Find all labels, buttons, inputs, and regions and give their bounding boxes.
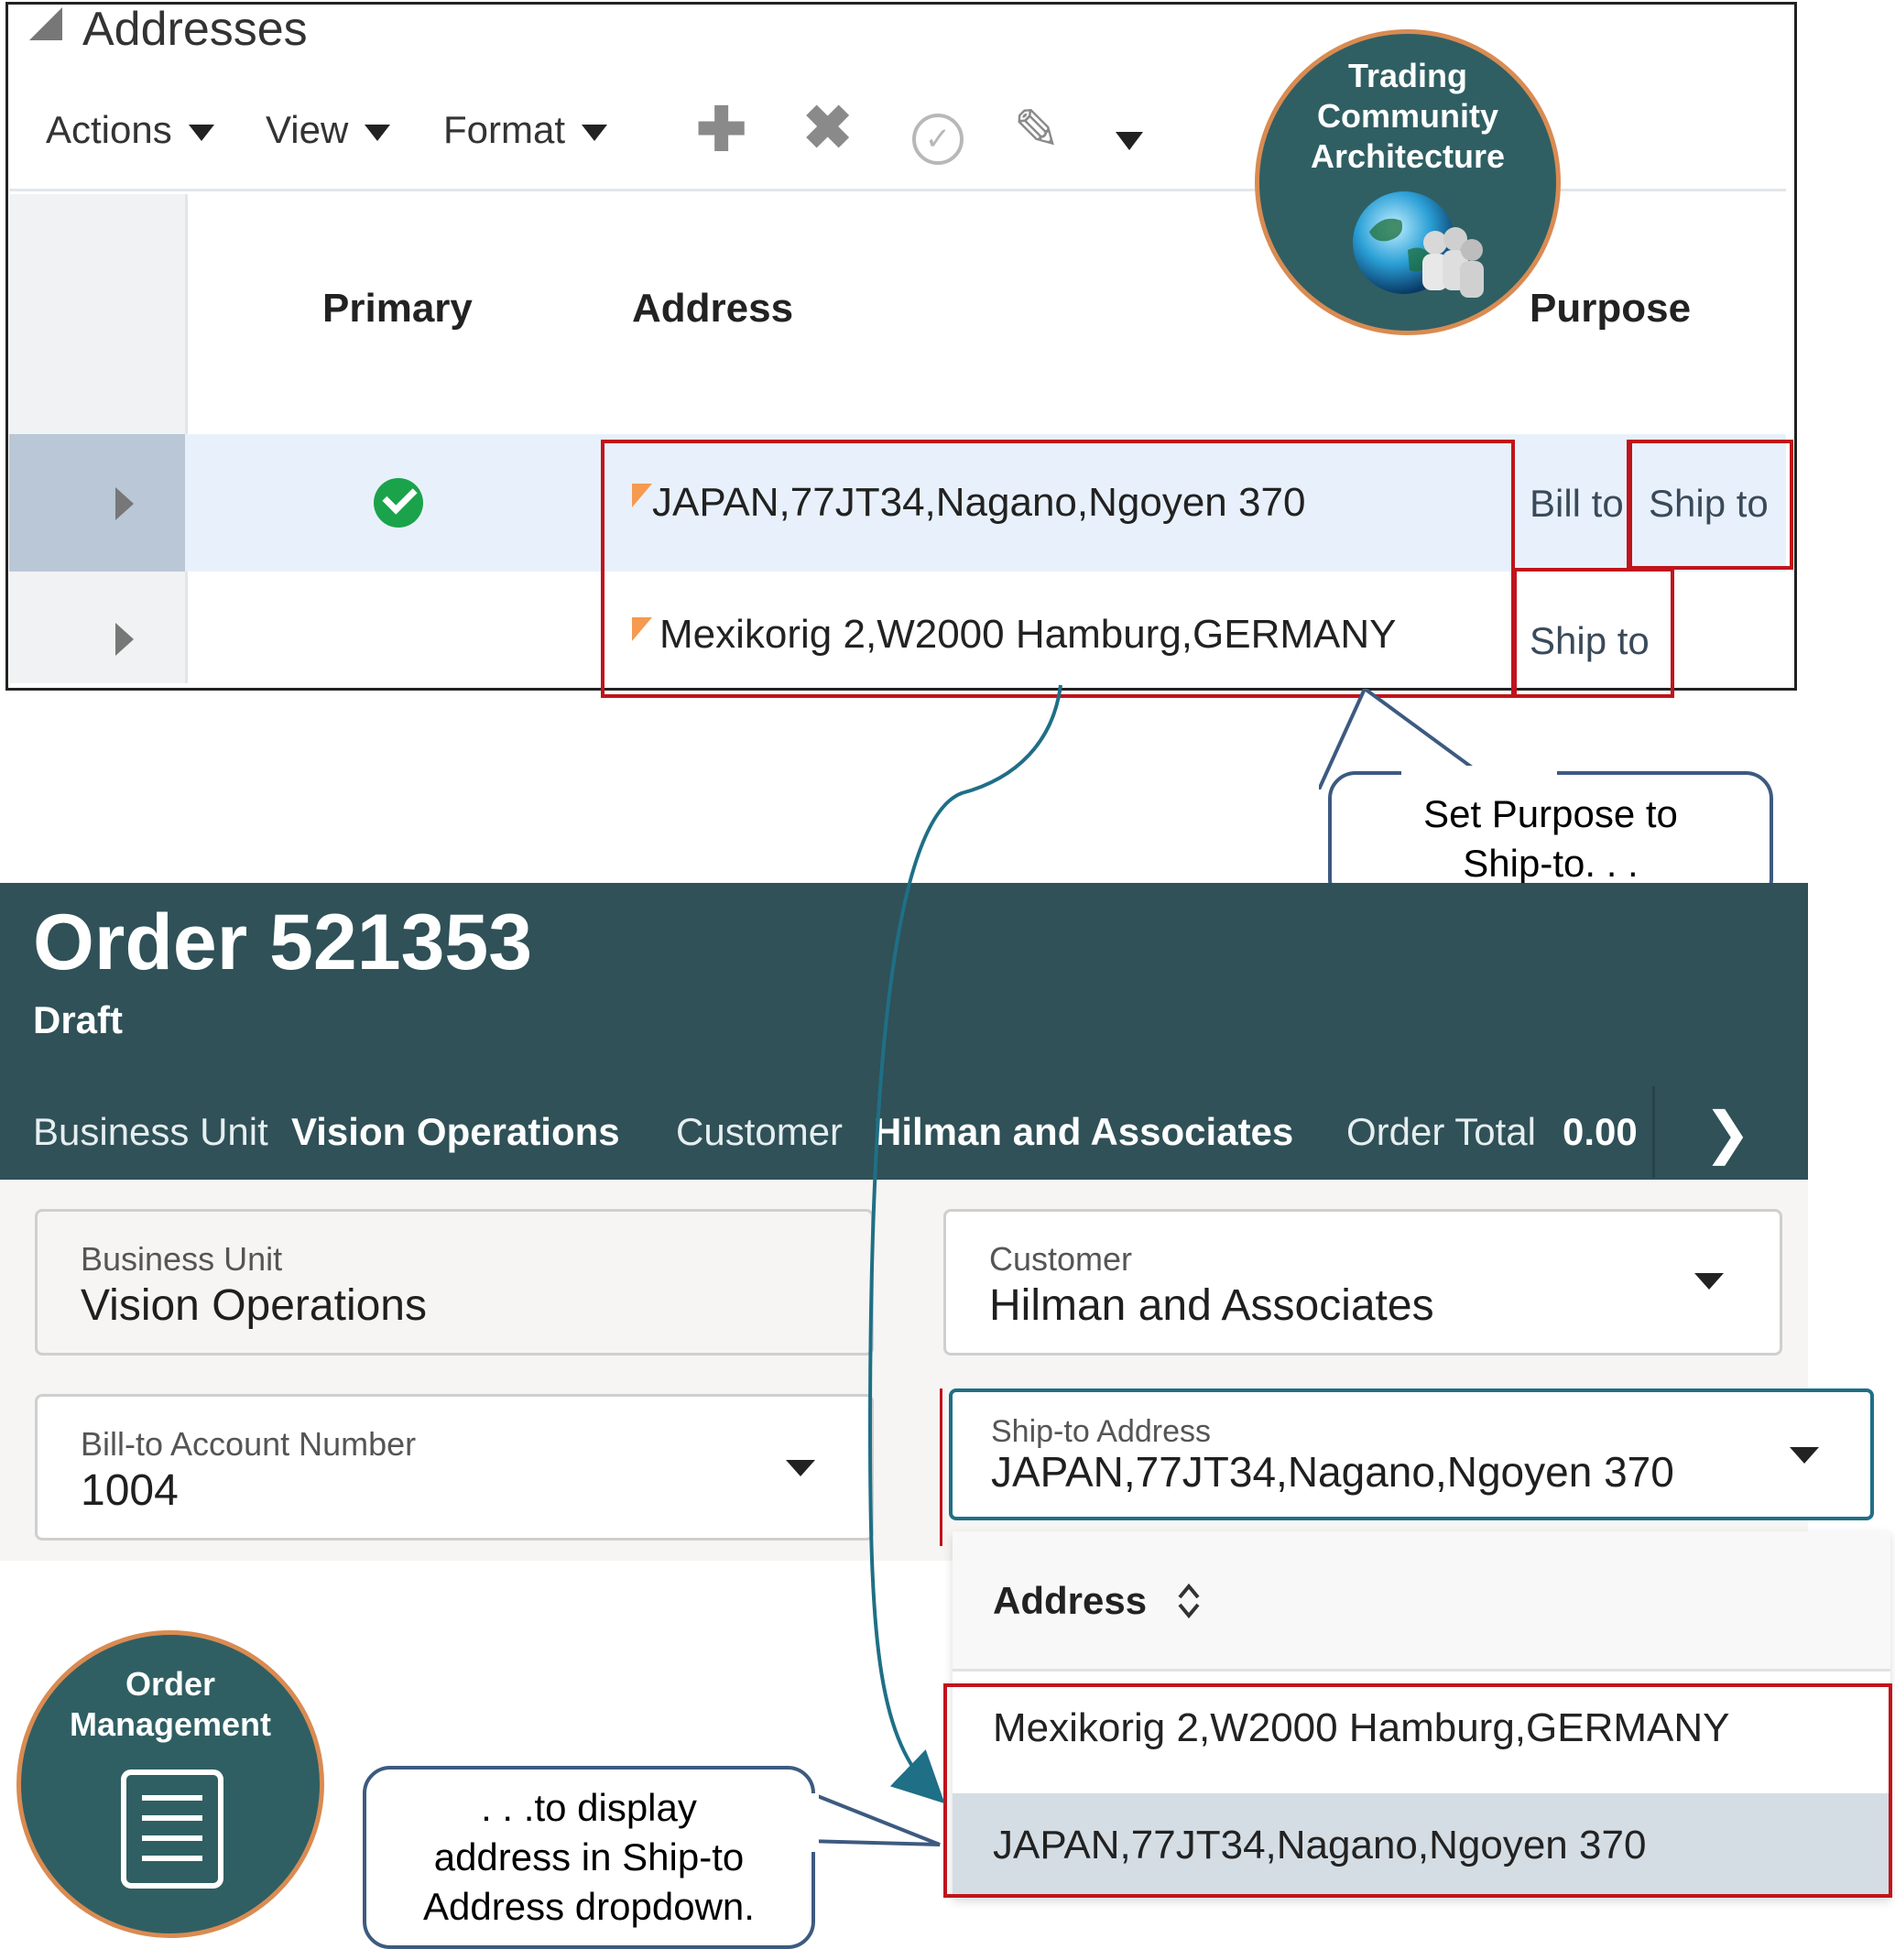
view-menu-label: View <box>266 108 349 151</box>
callout-joint <box>1401 766 1557 777</box>
callout-line: Set Purpose to <box>1423 792 1678 835</box>
bill-to-account-value: 1004 <box>81 1466 179 1515</box>
callout-line: Address dropdown. <box>423 1885 755 1928</box>
delete-icon[interactable]: ✖ <box>802 97 853 158</box>
required-indicator <box>940 1388 942 1546</box>
document-icon <box>121 1769 223 1889</box>
column-header-address[interactable]: Address <box>632 286 793 332</box>
customer-label: Customer <box>989 1240 1133 1278</box>
add-icon[interactable]: ✚ <box>696 99 746 159</box>
business-unit-value: Vision Operations <box>81 1281 427 1330</box>
badge-line: Architecture <box>1310 137 1506 175</box>
caret-down-icon <box>188 124 214 141</box>
callout-joint <box>806 1793 819 1852</box>
caret-down-icon <box>582 124 608 141</box>
addresses-title: Addresses <box>82 3 308 56</box>
trading-community-architecture-badge: Trading Community Architecture <box>1255 29 1561 335</box>
primary-check-icon <box>374 478 423 528</box>
globe-people-icon <box>1353 191 1484 298</box>
callout-pointer <box>806 1790 941 1846</box>
address-highlight-box <box>601 440 1515 698</box>
callout-line: . . .to display <box>481 1786 697 1829</box>
callout-line: Ship-to. . . <box>1463 842 1639 885</box>
header-customer-label: Customer <box>676 1110 844 1153</box>
dropdown-highlight-box <box>943 1683 1892 1898</box>
purpose-divider <box>1513 440 1630 570</box>
callout-line: address in Ship-to <box>433 1835 745 1878</box>
order-management-badge: Order Management <box>16 1630 324 1938</box>
bill-to-account-label: Bill-to Account Number <box>81 1425 417 1463</box>
badge-line: Order <box>125 1665 216 1703</box>
collapse-triangle-icon[interactable] <box>29 7 62 40</box>
header-business-unit-value: Vision Operations <box>291 1110 620 1153</box>
header-business-unit-label: Business Unit <box>33 1110 268 1153</box>
actions-menu[interactable]: Actions <box>46 108 214 152</box>
more-caret-icon[interactable] <box>1116 132 1143 150</box>
format-menu-label: Format <box>443 108 566 151</box>
edit-icon[interactable]: ✎ <box>1013 103 1061 159</box>
badge-line: Community <box>1317 97 1498 135</box>
order-title: Order 521353 <box>33 898 533 986</box>
header-customer-value: Hilman and Associates <box>874 1110 1294 1153</box>
ship-to-address-label: Ship-to Address <box>991 1414 1212 1449</box>
view-menu[interactable]: View <box>266 108 391 152</box>
column-header-primary[interactable]: Primary <box>322 286 473 332</box>
dropdown-caret-icon[interactable] <box>786 1460 815 1476</box>
dropdown-caret-icon[interactable] <box>1694 1273 1724 1290</box>
row-selector[interactable] <box>9 434 60 572</box>
header-order-total-label: Order Total <box>1346 1110 1536 1153</box>
header-divider <box>1652 1086 1655 1178</box>
check-icon[interactable]: ✓ <box>912 114 964 165</box>
dropdown-column-label: Address <box>993 1579 1148 1622</box>
ship-to-highlight-box <box>1628 440 1793 570</box>
expand-row-icon[interactable] <box>115 623 134 656</box>
caret-down-icon <box>365 124 391 141</box>
sort-icon[interactable] <box>1176 1581 1202 1621</box>
dropdown-caret-icon[interactable] <box>1790 1447 1819 1464</box>
customer-value: Hilman and Associates <box>989 1281 1434 1330</box>
callout-display-address: . . .to display address in Ship-to Addre… <box>363 1766 815 1949</box>
business-unit-label: Business Unit <box>81 1240 283 1278</box>
ship-to-highlight-box <box>1513 568 1674 698</box>
order-status: Draft <box>33 998 124 1041</box>
ship-to-address-value: JAPAN,77JT34,Nagano,Ngoyen 370 <box>991 1448 1674 1496</box>
expand-row-icon[interactable] <box>115 487 134 520</box>
chevron-right-icon[interactable]: ❯ <box>1704 1099 1751 1166</box>
actions-menu-label: Actions <box>46 108 172 151</box>
format-menu[interactable]: Format <box>443 108 608 152</box>
header-order-total-value: 0.00 <box>1563 1110 1638 1153</box>
badge-line: Trading <box>1347 57 1467 94</box>
column-header-purpose[interactable]: Purpose <box>1530 286 1691 332</box>
badge-line: Management <box>69 1705 272 1743</box>
